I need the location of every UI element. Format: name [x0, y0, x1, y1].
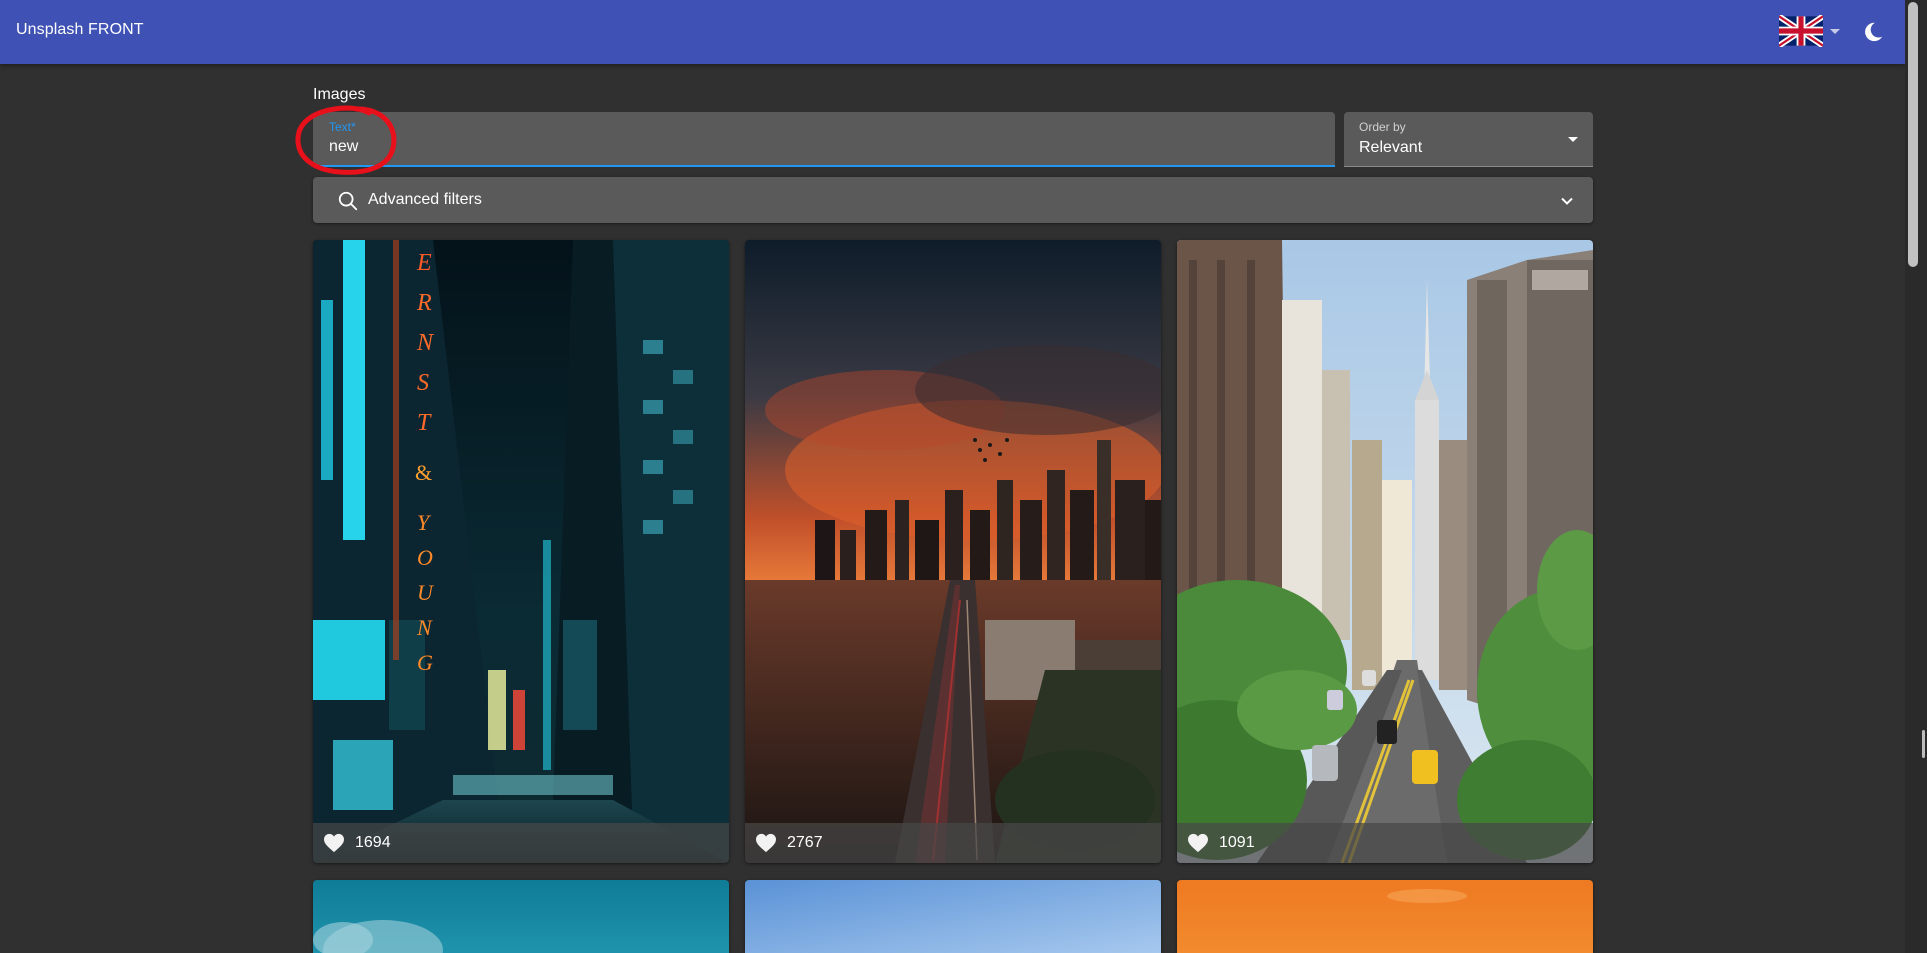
scrollbar-thumb[interactable]: [1908, 2, 1918, 267]
moon-icon: [1865, 22, 1883, 42]
heart-icon[interactable]: [755, 833, 777, 853]
heart-icon[interactable]: [1187, 833, 1209, 853]
chevron-down-icon: [1561, 197, 1573, 205]
image-card[interactable]: E R N S T & Y O U N G 1694: [313, 240, 729, 863]
card-footer: 1091: [1177, 823, 1593, 863]
uk-flag-icon: [1779, 15, 1823, 47]
photo-sunset-skyline: [745, 240, 1161, 863]
dropdown-arrow-icon: [1568, 137, 1578, 142]
image-card[interactable]: [745, 880, 1161, 953]
scroll-position-marker: [1922, 730, 1925, 758]
theme-toggle-button[interactable]: [1858, 17, 1888, 47]
language-selector[interactable]: [1779, 13, 1841, 49]
svg-text:O: O: [417, 545, 433, 570]
chevron-down-icon: [1830, 28, 1840, 34]
section-title: Images: [313, 86, 366, 103]
search-input[interactable]: [329, 138, 1309, 156]
svg-text:&: &: [415, 460, 432, 485]
svg-text:T: T: [417, 410, 432, 436]
photo-blue-sky: [745, 880, 1161, 953]
like-count: 1091: [1219, 834, 1255, 851]
svg-text:S: S: [417, 370, 429, 396]
svg-text:N: N: [416, 615, 433, 640]
app-title: Unsplash FRONT: [16, 21, 144, 38]
heart-icon[interactable]: [323, 833, 345, 853]
svg-text:E: E: [416, 250, 432, 276]
search-icon: [338, 191, 358, 211]
photo-teal-sky: [313, 880, 729, 953]
search-text-label: Text*: [329, 120, 356, 134]
photo-city-avenue: [1177, 240, 1593, 863]
svg-text:R: R: [416, 290, 432, 316]
card-footer: 1694: [313, 823, 729, 863]
card-footer: 2767: [745, 823, 1161, 863]
search-text-field[interactable]: Text*: [313, 112, 1335, 167]
svg-text:U: U: [417, 580, 435, 605]
like-count: 2767: [787, 834, 823, 851]
svg-text:N: N: [416, 330, 435, 356]
order-by-label: Order by: [1359, 120, 1406, 134]
advanced-filters-label: Advanced filters: [368, 191, 482, 208]
image-card[interactable]: 2767: [745, 240, 1161, 863]
like-count: 1694: [355, 834, 391, 851]
app-bar: Unsplash FRONT: [0, 0, 1905, 64]
photo-orange-sky: [1177, 880, 1593, 953]
image-card[interactable]: [313, 880, 729, 953]
image-card[interactable]: [1177, 880, 1593, 953]
order-by-value: Relevant: [1359, 139, 1423, 156]
advanced-filters-panel[interactable]: Advanced filters: [313, 177, 1593, 223]
image-card[interactable]: 1091: [1177, 240, 1593, 863]
order-by-select[interactable]: Order by Relevant: [1344, 112, 1593, 167]
photo-neon-street: E R N S T & Y O U N G: [313, 240, 729, 863]
svg-text:G: G: [417, 650, 433, 675]
